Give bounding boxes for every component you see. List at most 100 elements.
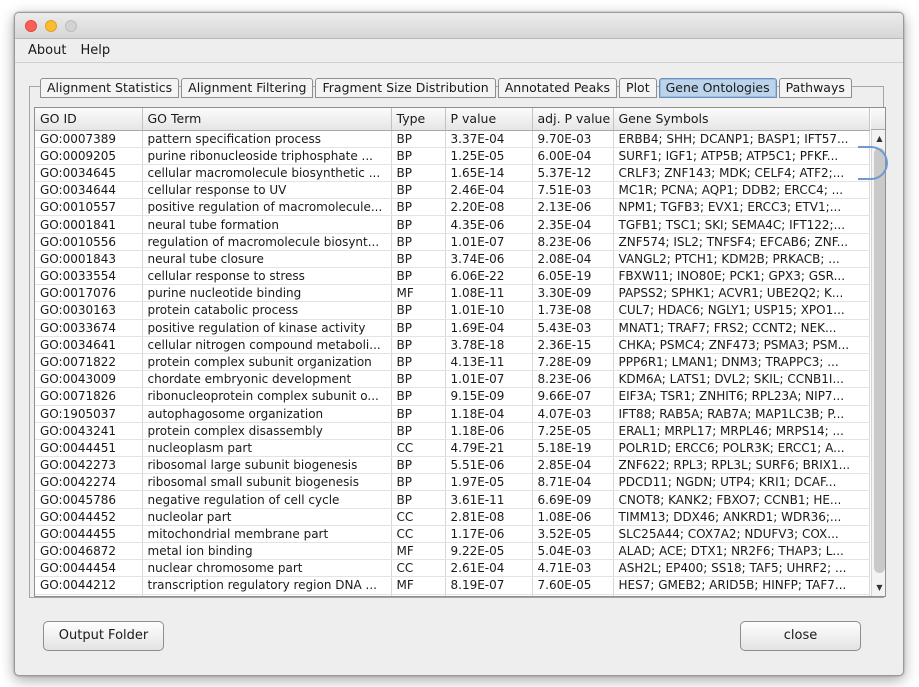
- table-cell: GO:0034644: [35, 181, 143, 200]
- table-cell: chordate embryonic development: [142, 370, 392, 389]
- table-row[interactable]: GO:0034641 cellular nitrogen compound met…: [35, 336, 870, 354]
- table-cell: BP: [391, 422, 446, 440]
- scroll-up-icon[interactable]: ▲: [872, 132, 885, 146]
- table-cell: 9.66E-07: [532, 387, 614, 406]
- menu-help[interactable]: Help: [77, 41, 113, 60]
- table-cell: cellular response to UV: [142, 181, 392, 200]
- table-cell: protein complex subunit organization: [142, 353, 392, 372]
- table-cell: purine ribonucleoside triphosphate ...: [142, 147, 392, 165]
- table-cell: TIMM13; DDX46; ANKRD1; WDR36;...: [613, 508, 870, 526]
- table-cell: 1.01E-07: [445, 370, 533, 389]
- table-row[interactable]: GO:1905037 autophagosome organization BP 1.…: [35, 405, 870, 423]
- table-row[interactable]: GO:0031248protein acetyltransferase comp…: [35, 594, 870, 596]
- table-row[interactable]: GO:0017076 purine nucleotide binding MF 1.0…: [35, 284, 870, 303]
- table-row[interactable]: GO:0034644 cellular response to UV BP 2.46E…: [35, 181, 870, 200]
- output-folder-button[interactable]: Output Folder: [43, 621, 164, 651]
- table-cell: KDM6A; LATS1; DVL2; SKIL; CCNB1I...: [613, 370, 870, 389]
- table-cell: TGFB1; TSC1; SKI; SEMA4C; IFT122;...: [613, 215, 870, 234]
- go-table-grid: GO ID GO Term Type P value adj. P value Gene …: [35, 108, 870, 596]
- table-row[interactable]: GO:0009205 purine ribonucleoside triphosp…: [35, 147, 870, 165]
- column-header[interactable]: GO Term: [142, 108, 392, 131]
- table-cell: BP: [391, 215, 446, 234]
- table-row[interactable]: GO:0030163 protein catabolic process BP 1.0…: [35, 301, 870, 320]
- tab-annotated-peaks[interactable]: Annotated Peaks: [497, 78, 618, 98]
- column-header[interactable]: P value: [445, 108, 533, 131]
- table-cell: 1.18E-04: [445, 405, 533, 423]
- table-cell: transcription regulatory region DNA ...: [142, 576, 392, 595]
- table-cell: 6.69E-09: [532, 490, 614, 509]
- table-cell: GO:0071822: [35, 353, 143, 372]
- tab-alignment-filtering[interactable]: Alignment Filtering: [181, 78, 314, 98]
- table-row[interactable]: GO:0044212 transcription regulatory regio…: [35, 576, 870, 595]
- table-row[interactable]: GO:0042274 ribosomal small subunit biogen…: [35, 473, 870, 492]
- scroll-down-icon[interactable]: ▼: [872, 581, 885, 595]
- tab-alignment-statistics[interactable]: Alignment Statistics: [40, 78, 180, 98]
- table-cell: 4.07E-03: [532, 405, 614, 423]
- table-row[interactable]: GO:0001841 neural tube formation BP 4.35E-0…: [35, 215, 870, 234]
- table-row[interactable]: GO:0042273 ribosomal large subunit biogen…: [35, 456, 870, 475]
- table-row[interactable]: GO:0044451 nucleoplasm part CC 4.79E-21 5.18…: [35, 439, 870, 458]
- column-header[interactable]: GO ID: [35, 108, 143, 131]
- table-cell: GO:0044455: [35, 525, 143, 544]
- table-row[interactable]: GO:0071822 protein complex subunit organi…: [35, 353, 870, 372]
- table-cell: CC: [391, 594, 446, 596]
- table-row[interactable]: GO:0010556 regulation of macromolecule bi…: [35, 233, 870, 251]
- table-cell: 1.54E-06: [445, 594, 533, 596]
- table-cell: 1.01E-10: [445, 301, 533, 320]
- table-row[interactable]: GO:0007389 pattern specification process B…: [35, 130, 870, 148]
- table-cell: GO:0034645: [35, 164, 143, 183]
- table-row[interactable]: GO:0071826 ribonucleoprotein complex subu…: [35, 387, 870, 406]
- tab-gene-ontologies[interactable]: Gene Ontologies: [658, 78, 777, 98]
- menu-about[interactable]: About: [25, 41, 69, 60]
- window-minimize-icon[interactable]: [45, 20, 57, 32]
- table-cell: nucleolar part: [142, 508, 392, 526]
- table-row[interactable]: GO:0044454 nuclear chromosome part CC 2.61E…: [35, 559, 870, 578]
- table-cell: neural tube formation: [142, 215, 392, 234]
- table-cell: BP: [391, 319, 446, 337]
- table-cell: 5.18E-19: [532, 439, 614, 458]
- table-cell: BP: [391, 250, 446, 269]
- tab-plot[interactable]: Plot: [619, 78, 657, 98]
- tab-fragment-size-distribution[interactable]: Fragment Size Distribution: [315, 78, 496, 98]
- table-cell: 1.08E-06: [532, 508, 614, 526]
- table-row[interactable]: GO:0001843 neural tube closure BP 3.74E-06 2…: [35, 250, 870, 269]
- table-row[interactable]: GO:0034645 cellular macromolecule biosynt…: [35, 164, 870, 183]
- table-row[interactable]: GO:0044452 nucleolar part CC 2.81E-08 1.08E-…: [35, 508, 870, 526]
- table-row[interactable]: GO:0045786 negative regulation of cell cy…: [35, 490, 870, 509]
- table-cell: 2.81E-08: [445, 508, 533, 526]
- table-row[interactable]: GO:0046872 metal ion binding MF 9.22E-05 5.0…: [35, 542, 870, 561]
- table-cell: pattern specification process: [142, 130, 392, 148]
- table-cell: purine nucleotide binding: [142, 284, 392, 303]
- table-cell: GO:0044212: [35, 576, 143, 595]
- table-cell: 4.71E-03: [532, 559, 614, 578]
- tab-pathways[interactable]: Pathways: [778, 78, 852, 98]
- column-header[interactable]: Type: [391, 108, 446, 131]
- table-cell: 7.25E-05: [532, 422, 614, 440]
- table-row[interactable]: GO:0043241 protein complex disassembly BP 1…: [35, 422, 870, 440]
- table-cell: ERBB4; SHH; DCANP1; BASP1; IFT57...: [613, 130, 870, 148]
- scrollbar-thumb[interactable]: [874, 148, 885, 573]
- table-cell: protein acetyltransferase complex: [142, 594, 392, 596]
- table-cell: CC: [391, 559, 446, 578]
- window-close-icon[interactable]: [25, 20, 37, 32]
- table-cell: 2.13E-06: [532, 198, 614, 217]
- vertical-scrollbar[interactable]: ▲ ▼: [871, 130, 885, 596]
- table-cell: FBXW11; INO80E; PCK1; GPX3; GSR...: [613, 267, 870, 286]
- table-cell: GO:1905037: [35, 405, 143, 423]
- table-cell: 1.97E-05: [445, 473, 533, 492]
- column-header[interactable]: Gene Symbols: [613, 108, 870, 131]
- table-cell: mitochondrial membrane part: [142, 525, 392, 544]
- table-header-corner: [871, 108, 885, 130]
- table-row[interactable]: GO:0033554 cellular response to stress BP 6…: [35, 267, 870, 286]
- table-cell: neural tube closure: [142, 250, 392, 269]
- table-row[interactable]: GO:0033674 positive regulation of kinase …: [35, 319, 870, 337]
- table-cell: GO:0044451: [35, 439, 143, 458]
- window-maximize-icon[interactable]: [65, 20, 77, 32]
- column-header[interactable]: adj. P value: [532, 108, 614, 131]
- table-row[interactable]: GO:0044455 mitochondrial membrane part CC 1…: [35, 525, 870, 544]
- close-button[interactable]: close: [740, 621, 861, 651]
- table-header-row: GO ID GO Term Type P value adj. P value Gene …: [35, 108, 870, 131]
- table-row[interactable]: GO:0043009 chordate embryonic development…: [35, 370, 870, 389]
- table-cell: BP: [391, 147, 446, 165]
- table-row[interactable]: GO:0010557 positive regulation of macromo…: [35, 198, 870, 217]
